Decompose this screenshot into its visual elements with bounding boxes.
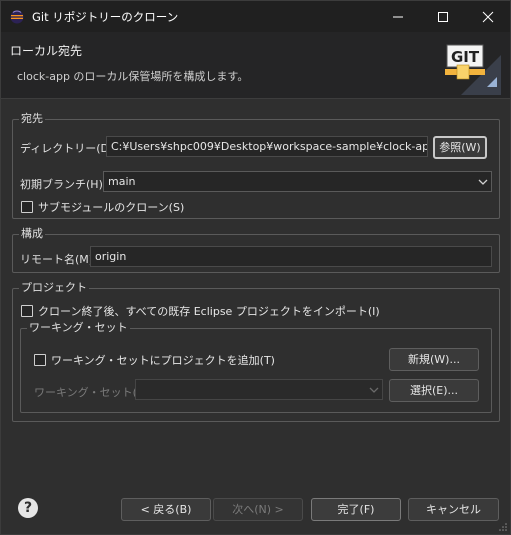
configuration-legend: 構成 xyxy=(19,227,45,241)
import-projects-checkbox-box[interactable] xyxy=(21,305,33,317)
back-button[interactable]: < 戻る(B) xyxy=(121,498,211,521)
add-to-working-set-checkbox[interactable]: ワーキング・セットにプロジェクトを追加(T) xyxy=(34,352,275,368)
finish-button[interactable]: 完了(F) xyxy=(311,498,401,521)
remote-label: リモート名(M): xyxy=(20,253,97,266)
page-title: ローカル宛先 xyxy=(10,44,83,58)
git-logo-icon: GIT xyxy=(445,44,501,95)
working-set-select[interactable] xyxy=(135,379,383,400)
title-bar: Git リポジトリーのクローン xyxy=(1,1,510,32)
submodule-checkbox-label: サブモジュールのクローン(S) xyxy=(38,201,185,214)
eclipse-icon xyxy=(10,10,24,24)
add-to-working-set-checkbox-box[interactable] xyxy=(34,354,46,366)
close-icon xyxy=(482,11,494,23)
maximize-icon xyxy=(438,12,448,22)
submodule-checkbox-box[interactable] xyxy=(21,201,33,213)
add-to-working-set-label: ワーキング・セットにプロジェクトを追加(T) xyxy=(51,354,275,367)
new-working-set-button[interactable]: 新規(W)... xyxy=(389,348,479,371)
branch-value: main xyxy=(108,175,136,188)
submodule-checkbox[interactable]: サブモジュールのクローン(S) xyxy=(21,199,184,215)
chevron-down-icon xyxy=(478,179,488,185)
cancel-button[interactable]: キャンセル xyxy=(408,498,499,521)
browse-button[interactable]: 参照(W) xyxy=(433,136,487,159)
minimize-button[interactable] xyxy=(376,1,420,32)
close-button[interactable] xyxy=(466,1,510,32)
question-mark-icon[interactable]: ? xyxy=(18,498,38,518)
resize-grip-icon[interactable] xyxy=(498,522,508,532)
working-sets-legend: ワーキング・セット xyxy=(27,321,130,335)
minimize-icon xyxy=(393,16,403,18)
chevron-down-icon xyxy=(369,387,379,393)
git-logo-text: GIT xyxy=(451,48,480,66)
import-projects-checkbox[interactable]: クローン終了後、すべての既存 Eclipse プロジェクトをインポート(I) xyxy=(21,303,380,319)
select-working-set-button[interactable]: 選択(E)... xyxy=(389,379,479,402)
directory-label: ディレクトリー(D): xyxy=(20,142,117,155)
directory-input[interactable]: C:¥Users¥shpc009¥Desktop¥workspace-sampl… xyxy=(106,136,428,157)
clone-dialog: Git リポジトリーのクローン ローカル宛先 clock-app のローカル保管… xyxy=(0,0,511,535)
next-button[interactable]: 次へ(N) > xyxy=(213,498,303,521)
import-projects-label: クローン終了後、すべての既存 Eclipse プロジェクトをインポート(I) xyxy=(38,305,380,318)
page-description: clock-app のローカル保管場所を構成します。 xyxy=(17,70,249,83)
remote-name-input[interactable]: origin xyxy=(90,246,492,267)
projects-legend: プロジェクト xyxy=(19,281,89,295)
branch-label: 初期ブランチ(H): xyxy=(20,178,107,191)
branch-select[interactable]: main xyxy=(103,171,492,192)
header-banner: ローカル宛先 clock-app のローカル保管場所を構成します。 GIT xyxy=(1,32,510,99)
destination-legend: 宛先 xyxy=(19,112,45,126)
window-title: Git リポジトリーのクローン xyxy=(32,10,179,24)
maximize-button[interactable] xyxy=(421,1,465,32)
